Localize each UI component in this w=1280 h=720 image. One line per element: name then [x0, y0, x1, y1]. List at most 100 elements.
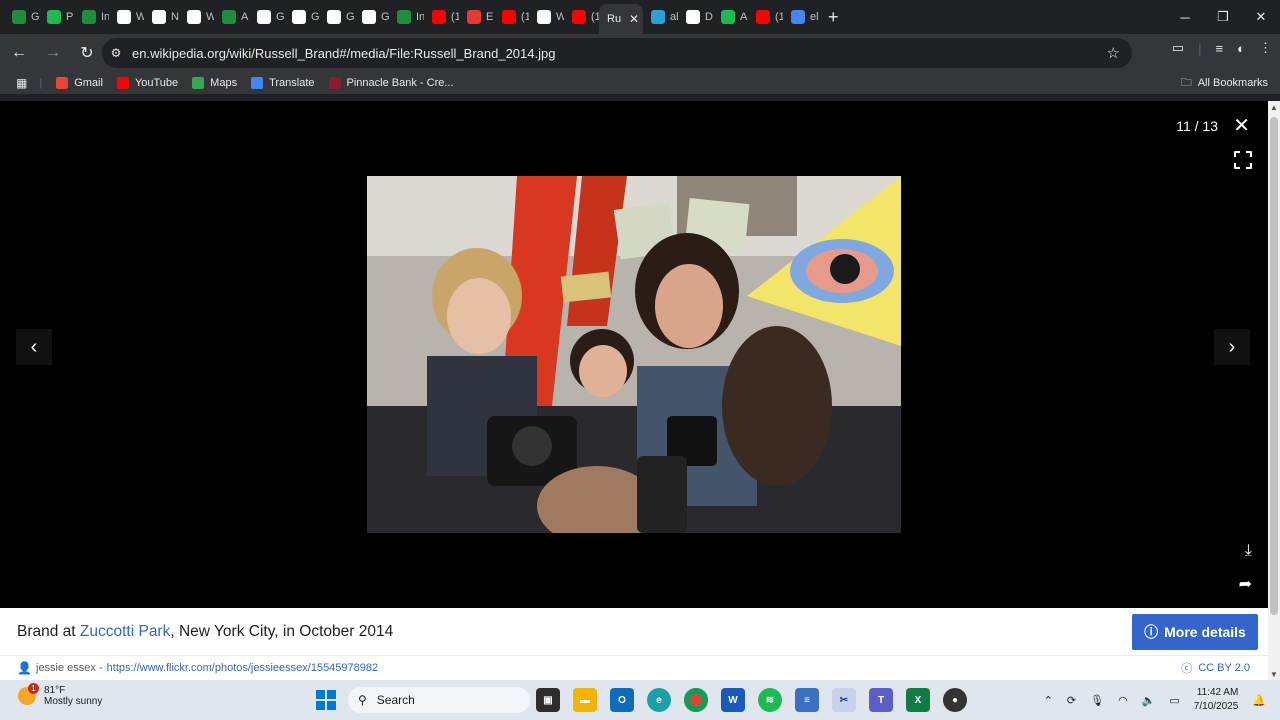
browser-tab[interactable]: el [783, 3, 818, 31]
browser-tab[interactable]: P [39, 3, 74, 31]
sync-icon[interactable]: ⟳ [1067, 694, 1076, 707]
chevron-up-icon[interactable]: ⌃ [1044, 694, 1053, 707]
youtube-icon [116, 77, 129, 89]
next-image-button[interactable]: › [1214, 329, 1250, 365]
microphone-icon[interactable]: 🎙 [1090, 694, 1104, 707]
all-bookmarks-button[interactable]: 🗀 All Bookmarks [1181, 74, 1268, 93]
tab-label: Gi [31, 11, 39, 23]
battery-icon[interactable]: ▭ [1169, 694, 1179, 707]
previous-image-button[interactable]: ‹ [16, 329, 52, 365]
browser-tab[interactable]: A [713, 3, 748, 31]
share-icon[interactable]: ➦ [1239, 574, 1252, 594]
task-view-icon[interactable]: ▣ [536, 688, 560, 712]
browser-tab[interactable]: Gi [319, 3, 354, 31]
teams-icon[interactable]: T [869, 688, 893, 712]
close-window-icon[interactable]: ✕ [1242, 0, 1280, 34]
notepad-icon[interactable]: ≡ [795, 688, 819, 712]
url-text: en.wikipedia.org/wiki/Russell_Brand#/med… [132, 45, 556, 61]
clock[interactable]: 11:42 AM 7/10/2025 [1194, 686, 1239, 714]
site-info-icon[interactable]: ⚙ [102, 46, 130, 60]
page-scrollbar[interactable]: ▲ ▼ [1268, 101, 1280, 681]
taskbar-search[interactable]: ⚲ Search [348, 687, 530, 713]
word-icon[interactable]: W [721, 688, 745, 712]
sun-icon: 1 [18, 683, 39, 705]
browser-tab[interactable]: Gi [284, 3, 319, 31]
chrome-icon[interactable] [684, 688, 708, 712]
browser-tab[interactable]: (1 [564, 3, 599, 31]
browser-tab[interactable]: In [74, 3, 109, 31]
download-icon[interactable]: ⤓ [1245, 542, 1252, 560]
file-explorer-icon[interactable]: ▬ [573, 688, 597, 712]
media-control-icon[interactable]: ≡ [1216, 41, 1224, 56]
browser-tab[interactable]: W [109, 3, 144, 31]
extension-icon[interactable]: ◐ [1237, 41, 1245, 56]
apps-grid-icon[interactable]: ▦ [16, 76, 27, 90]
tab-label: N [171, 11, 179, 23]
google-icon [791, 10, 805, 24]
spotify-icon[interactable]: ≋ [758, 688, 782, 712]
volume-icon[interactable]: 🔈 [1142, 694, 1156, 707]
browser-tab[interactable]: (1 [494, 3, 529, 31]
reload-icon[interactable]: ↻ [72, 38, 102, 68]
bookmark-item[interactable]: YouTube [116, 77, 178, 89]
close-viewer-icon[interactable]: ✕ [1233, 113, 1250, 138]
wikiwand-icon [222, 10, 236, 24]
tab-label: Gi [346, 11, 354, 23]
new-tab-icon[interactable]: + [828, 7, 839, 28]
minimize-icon[interactable]: ─ [1166, 0, 1204, 34]
restore-icon[interactable]: ❐ [1204, 0, 1242, 34]
tab-label: al [670, 11, 678, 23]
browser-tab[interactable]: In [389, 3, 424, 31]
zuccotti-park-link[interactable]: Zuccotti Park [80, 623, 170, 640]
outlook-icon[interactable]: O [610, 688, 634, 712]
bookmark-item[interactable]: Pinnacle Bank - Cre... [328, 77, 454, 89]
browser-tab[interactable]: (1 [424, 3, 459, 31]
bookmark-star-icon[interactable]: ☆ [1107, 44, 1120, 62]
app-icon[interactable]: ● [943, 688, 967, 712]
back-icon[interactable]: ← [4, 38, 34, 68]
scroll-down-icon[interactable]: ▼ [1270, 670, 1278, 679]
notifications-icon[interactable]: 🔔 [1252, 694, 1266, 707]
browser-tab[interactable]: Gi [249, 3, 284, 31]
fullscreen-icon[interactable] [1234, 151, 1252, 169]
chevron-left-icon: ‹ [30, 335, 38, 358]
bookmark-item[interactable]: Translate [251, 77, 315, 89]
tab-label: In [416, 11, 424, 23]
tab-search-icon[interactable]: ▭ [1172, 40, 1184, 56]
snipping-tool-icon[interactable]: ✂ [832, 688, 856, 712]
tab-label: Ru [607, 13, 622, 25]
media-image[interactable] [367, 176, 901, 533]
scroll-up-icon[interactable]: ▲ [1270, 103, 1278, 112]
browser-tab[interactable]: Al [214, 3, 249, 31]
browser-tab[interactable]: Gi [354, 3, 389, 31]
folder-icon: 🗀 [1180, 76, 1192, 89]
browser-tab-active[interactable]: Ru ✕ [599, 4, 643, 34]
system-tray: ⌃ ⟳ 🎙 ◠ 🔈 ▭ 11:42 AM 7/10/2025 🔔 [1044, 680, 1266, 720]
tab-label: (1 [521, 11, 529, 23]
more-details-button[interactable]: ⓘ More details [1132, 614, 1258, 650]
browser-tab[interactable]: (1 [748, 3, 783, 31]
weather-widget[interactable]: 1 81°F Mostly sunny [18, 683, 102, 707]
browser-tab[interactable]: W [179, 3, 214, 31]
flickr-source-link[interactable]: https://www.flickr.com/photos/jessieesse… [107, 662, 378, 674]
license-link[interactable]: ⓒ CC BY 2.0 [1181, 660, 1250, 676]
forward-icon[interactable]: → [38, 38, 68, 68]
browser-tab[interactable]: N [144, 3, 179, 31]
excel-icon[interactable]: X [906, 688, 930, 712]
bookmark-item[interactable]: Maps [192, 77, 237, 89]
close-tab-icon[interactable]: ✕ [629, 12, 639, 26]
wifi-icon[interactable]: ◠ [1118, 694, 1128, 707]
tab-label: P [66, 11, 74, 23]
browser-tab[interactable]: W [529, 3, 564, 31]
edge-icon[interactable]: e [647, 688, 671, 712]
scrollbar-thumb[interactable] [1270, 117, 1278, 615]
address-bar[interactable]: ⚙ en.wikipedia.org/wiki/Russell_Brand#/m… [102, 38, 1132, 68]
browser-tab[interactable]: Gi [4, 3, 39, 31]
bookmark-item[interactable]: Gmail [56, 77, 103, 89]
windows-start-icon[interactable] [316, 690, 336, 710]
browser-tab[interactable]: al [643, 3, 678, 31]
menu-icon[interactable]: ⋮ [1259, 40, 1272, 56]
browser-tab[interactable]: El [459, 3, 494, 31]
clock-date: 7/10/2025 [1193, 701, 1239, 712]
browser-tab[interactable]: D [678, 3, 713, 31]
